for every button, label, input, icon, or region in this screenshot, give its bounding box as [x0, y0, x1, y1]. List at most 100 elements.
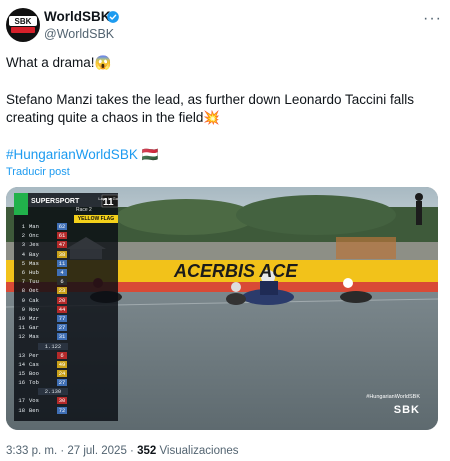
- standings-position: 6: [21, 269, 25, 276]
- standings-position: 18: [18, 406, 25, 414]
- series-label: SUPERSPORT: [31, 198, 80, 205]
- standings-row: 3 Jes 47: [17, 241, 91, 250]
- standings-row: 16 Tob 27: [17, 379, 91, 388]
- views-label: Visualizaciones: [159, 445, 239, 457]
- race-label: Race 2: [76, 207, 92, 213]
- standings-number: 11: [57, 259, 67, 267]
- sbk-logo: SBK: [9, 16, 37, 33]
- laps-to-go-label: Laps to Go: [98, 196, 118, 201]
- standings-rider: Vos: [29, 397, 39, 405]
- standings-position: 15: [18, 370, 25, 377]
- standings-position: 11: [18, 324, 25, 332]
- sbk-watermark: #HungarianWorldSBK SBK: [366, 394, 420, 418]
- standings-row: 2 Onc 61: [17, 232, 91, 241]
- standings-number: 6: [57, 278, 67, 286]
- standings-row: 6 Hub 4: [17, 269, 91, 278]
- standings-rider: Per: [29, 351, 39, 359]
- standings-number: 49: [57, 360, 67, 368]
- standings-rider: Gar: [29, 324, 39, 332]
- banner-text: ACERBIS ACE: [173, 261, 298, 281]
- standings-position: 10: [18, 315, 25, 322]
- standings-position: 17: [18, 397, 25, 405]
- standings-position: 3: [21, 241, 25, 249]
- standings-rider: Ben: [29, 406, 39, 414]
- post-text-body: Stefano Manzi takes the lead, as further…: [6, 92, 414, 125]
- standings-position: 9: [21, 305, 25, 313]
- standings-row: 1 Man 62: [17, 223, 91, 232]
- standings-position: 13: [18, 351, 25, 359]
- standings-rider: Tob: [29, 379, 39, 387]
- standings-number: 30: [57, 397, 67, 405]
- gap-indicator: 2.130: [38, 388, 68, 396]
- standings-rider: Man: [29, 223, 39, 230]
- standings-row: 4 Bay 38: [17, 250, 91, 260]
- standings-number: 31: [57, 333, 67, 341]
- standings-rider: Onc: [29, 232, 39, 240]
- standings-number: 24: [57, 370, 67, 377]
- standings-position: 8: [21, 287, 25, 295]
- standings-rider: Cas: [29, 360, 39, 368]
- standings-rider: Boo: [29, 370, 39, 377]
- account-name[interactable]: WorldSBK: [44, 9, 111, 24]
- standings-position: 5: [21, 259, 25, 267]
- standings-row: 10 Mzr 77: [17, 315, 91, 324]
- more-options-icon[interactable]: ···: [423, 10, 442, 28]
- standings-rider: Cak: [29, 296, 39, 304]
- standings-row: 11 Gar 27: [17, 324, 91, 333]
- standings-number: 77: [57, 315, 67, 322]
- translate-post-link[interactable]: Traducir post: [6, 166, 70, 178]
- standings-row: 18 Ben 72: [17, 406, 91, 416]
- svg-text:SBK: SBK: [15, 17, 32, 26]
- standings-number: 61: [57, 232, 67, 240]
- standings-rider: Mas: [29, 259, 39, 267]
- standings-number: 27: [57, 379, 67, 387]
- yellow-flag-badge: YELLOW FLAG: [74, 215, 118, 223]
- standings-position: 4: [21, 250, 25, 258]
- standings-rider: Tuu: [29, 278, 39, 286]
- hashtag-link[interactable]: #HungarianWorldSBK 🇭🇺: [6, 146, 436, 164]
- timing-screen: SUPERSPORT Race 2 11 Laps to Go YELLOW F…: [14, 193, 119, 421]
- post-meta: 3:33 p. m. · 27 jul. 2025 · 352 Visualiz…: [6, 445, 239, 457]
- standings-row: 14 Cas 49: [17, 360, 91, 370]
- standings-number: 27: [57, 324, 67, 332]
- post-date[interactable]: 27 jul. 2025: [67, 445, 126, 457]
- standings-position: 1: [21, 223, 25, 230]
- standings-row: 7 Tuu 6: [17, 278, 91, 287]
- watermark-logo: SBK: [393, 404, 420, 416]
- video-media[interactable]: ACERBIS ACE SUPERSPORT Race 2 11 Laps to…: [6, 187, 438, 430]
- standings-rider: Mzr: [29, 315, 39, 322]
- standings-row: 5 Mas 11: [17, 259, 91, 269]
- standings-row: 13 Per 6: [17, 351, 91, 361]
- post-header: SBK WorldSBK @WorldSBK ···: [6, 8, 442, 44]
- standings-rider: Nov: [29, 305, 39, 313]
- standings-row: 8 Oet 23: [17, 287, 91, 296]
- standings-number: 6: [57, 351, 67, 359]
- gap-indicator: 1.122: [38, 342, 68, 350]
- marshal: [415, 193, 423, 225]
- standings-row: 12 Mas 31: [17, 333, 91, 342]
- standings-rider: Jes: [29, 241, 39, 249]
- standings-position: 16: [18, 379, 25, 387]
- watermark-hashtag: #HungarianWorldSBK: [366, 394, 420, 400]
- post-time[interactable]: 3:33 p. m.: [6, 445, 57, 457]
- standings-number: 38: [57, 250, 67, 258]
- account-handle[interactable]: @WorldSBK: [44, 27, 114, 41]
- standings-position: 7: [21, 278, 25, 286]
- avatar[interactable]: SBK: [6, 8, 40, 42]
- standings-position: 14: [18, 360, 25, 368]
- standings-number: 4: [57, 269, 67, 276]
- standings-rider: Oet: [29, 287, 39, 295]
- standings-number: 72: [57, 406, 67, 414]
- standings-number: 47: [57, 241, 67, 249]
- standings-position: 2: [21, 232, 25, 240]
- standings-position: 12: [18, 333, 25, 341]
- standings-row: 17 Vos 30: [17, 397, 91, 406]
- standings-rider: Mas: [29, 333, 39, 341]
- standings-number: 44: [57, 305, 67, 313]
- verified-badge-icon: [107, 11, 119, 23]
- standings-number: 23: [57, 287, 67, 295]
- standings-row: 9 Nov 44: [17, 305, 91, 315]
- standings-row: 9 Cak 20: [17, 296, 91, 306]
- standings-number: 20: [57, 296, 67, 304]
- standings-rider: Bay: [29, 250, 39, 258]
